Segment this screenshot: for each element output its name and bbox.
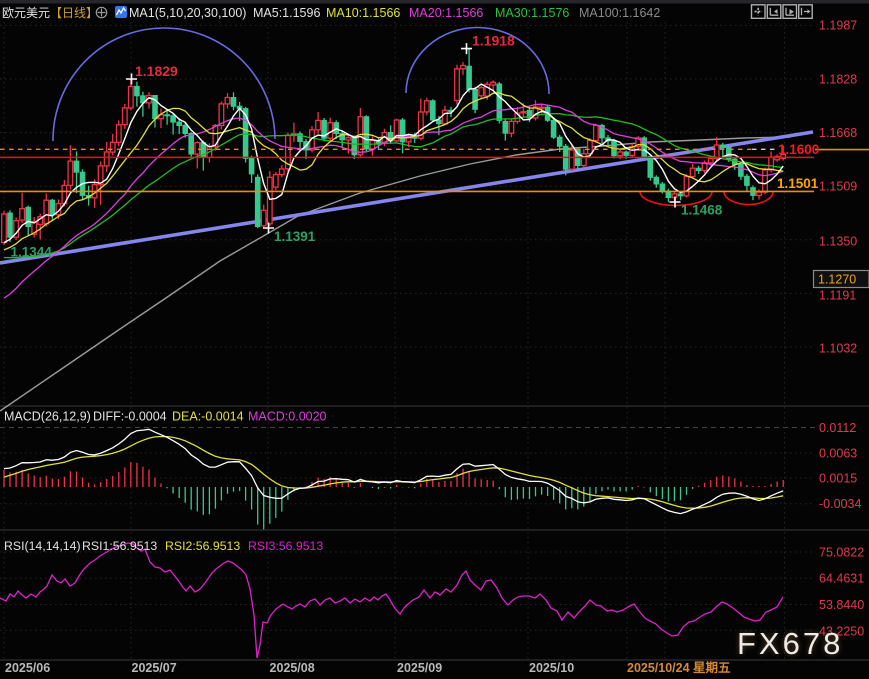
svg-text:DIFF:-0.0004: DIFF:-0.0004	[93, 410, 167, 424]
svg-text:2025/09: 2025/09	[397, 661, 442, 675]
svg-text:1.1987: 1.1987	[819, 19, 857, 33]
svg-text:1.1344: 1.1344	[11, 245, 53, 260]
svg-text:MA10:1.1566: MA10:1.1566	[326, 6, 400, 20]
svg-text:2025/10/24 星期五: 2025/10/24 星期五	[627, 660, 731, 675]
svg-text:2025/06: 2025/06	[5, 661, 50, 675]
svg-text:欧元美元: 欧元美元	[2, 6, 50, 20]
svg-text:MA5:1.1596: MA5:1.1596	[253, 6, 320, 20]
svg-text:DEA:-0.0014: DEA:-0.0014	[172, 410, 244, 424]
svg-text:MA30:1.1576: MA30:1.1576	[495, 6, 569, 20]
svg-text:RSI1:56.9513: RSI1:56.9513	[82, 539, 157, 553]
svg-text:RSI(14,14,14): RSI(14,14,14)	[4, 539, 81, 553]
svg-text:RSI3:56.9513: RSI3:56.9513	[248, 539, 323, 553]
svg-text:1.1468: 1.1468	[681, 203, 723, 218]
svg-text:1.1391: 1.1391	[274, 229, 316, 244]
svg-text:0.0015: 0.0015	[819, 471, 857, 485]
svg-text:2025/08: 2025/08	[270, 661, 315, 675]
svg-text:1.1191: 1.1191	[819, 288, 856, 302]
svg-text:1.1270: 1.1270	[818, 272, 856, 286]
svg-text:-0.0034: -0.0034	[819, 497, 861, 511]
svg-text:2025/10: 2025/10	[529, 661, 574, 675]
svg-text:MA100:1.1642: MA100:1.1642	[579, 6, 660, 20]
svg-text:0.0112: 0.0112	[819, 421, 856, 435]
svg-text:75.0822: 75.0822	[819, 545, 864, 559]
svg-text:【日线】: 【日线】	[50, 6, 98, 20]
svg-text:1.1509: 1.1509	[819, 180, 857, 194]
svg-text:64.4631: 64.4631	[819, 572, 864, 586]
svg-text:1.1350: 1.1350	[819, 234, 857, 248]
svg-text:MACD(26,12,9): MACD(26,12,9)	[4, 410, 91, 424]
svg-text:1.1828: 1.1828	[819, 72, 857, 86]
svg-text:1.1829: 1.1829	[135, 63, 178, 79]
svg-text:1.1600: 1.1600	[778, 142, 819, 157]
svg-text:RSI2:56.9513: RSI2:56.9513	[165, 539, 240, 553]
svg-text:1.1501: 1.1501	[777, 176, 819, 191]
svg-text:MACD:0.0020: MACD:0.0020	[248, 410, 327, 424]
svg-text:FX678: FX678	[737, 626, 843, 661]
svg-text:0.0063: 0.0063	[819, 446, 857, 460]
svg-text:2025/07: 2025/07	[132, 661, 177, 675]
svg-text:MA20:1.1566: MA20:1.1566	[409, 6, 483, 20]
svg-text:53.8440: 53.8440	[819, 598, 864, 612]
svg-text:MA1(5,10,20,30,100): MA1(5,10,20,30,100)	[129, 6, 246, 20]
svg-text:1.1668: 1.1668	[819, 126, 857, 140]
svg-text:1.1032: 1.1032	[819, 341, 857, 355]
svg-text:1.1918: 1.1918	[472, 33, 515, 49]
